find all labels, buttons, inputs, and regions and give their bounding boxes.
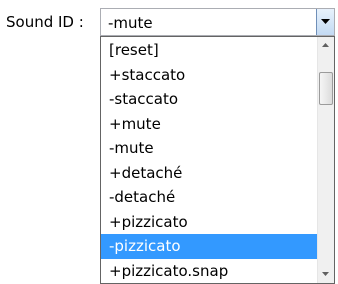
list-item[interactable]: -pizzicato (101, 234, 317, 259)
list-item[interactable]: +staccato (101, 63, 317, 88)
list-item[interactable]: -staccato (101, 87, 317, 112)
vertical-scrollbar[interactable] (317, 37, 334, 283)
triangle-up-icon (322, 43, 329, 47)
list-item[interactable]: -detaché (101, 185, 317, 210)
chevron-down-icon (321, 19, 330, 24)
list-item[interactable]: +detaché (101, 161, 317, 186)
scroll-up-button[interactable] (318, 37, 334, 54)
sound-id-dropdown-list[interactable]: [reset] +staccato -staccato +mute -mute … (100, 36, 335, 284)
sound-id-label: Sound ID : (6, 13, 84, 31)
triangle-down-icon (322, 272, 329, 276)
option-list: [reset] +staccato -staccato +mute -mute … (101, 38, 317, 283)
list-item[interactable]: +mute (101, 112, 317, 137)
dropdown-toggle-button[interactable] (316, 9, 334, 35)
list-item[interactable]: +pizzicato (101, 210, 317, 235)
scroll-down-button[interactable] (318, 266, 334, 283)
list-item[interactable]: [reset] (101, 38, 317, 63)
list-item[interactable]: -mute (101, 136, 317, 161)
sound-id-combobox[interactable]: -mute (100, 8, 335, 36)
scrollbar-thumb[interactable] (319, 72, 333, 105)
sound-id-value: -mute (108, 14, 153, 32)
list-item[interactable]: +pizzicato.snap (101, 259, 317, 284)
